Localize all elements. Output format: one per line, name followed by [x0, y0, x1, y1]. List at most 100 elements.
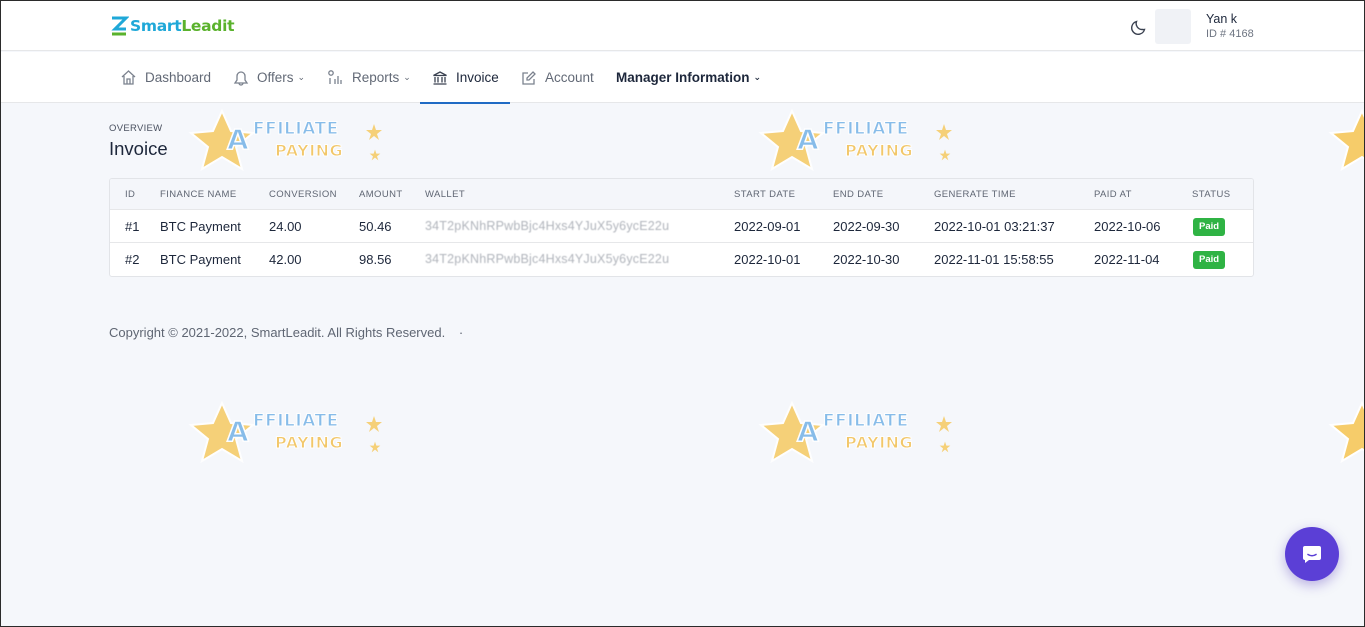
offers-icon	[233, 71, 249, 86]
column-header-generate-time[interactable]: GENERATE TIME	[934, 189, 1016, 200]
home-icon	[121, 70, 136, 85]
chat-launcher-button[interactable]	[1285, 527, 1339, 581]
user-name[interactable]: Yan k	[1206, 12, 1237, 26]
cell-end-date: 2022-09-30	[833, 219, 900, 234]
small-star-icon	[366, 416, 382, 432]
star-icon	[758, 401, 826, 463]
small-star-icon	[939, 149, 951, 161]
main-navigation: Dashboard Offers ⌄ Reports ⌄ Invoice Acc…	[1, 52, 1364, 104]
watermark-text-2: PAYING	[274, 433, 344, 453]
star-icon	[1328, 401, 1364, 464]
small-star-icon	[369, 441, 381, 453]
cell-conversion: 42.00	[269, 252, 302, 267]
chevron-down-icon: ⌄	[403, 72, 411, 82]
column-header-paid-at[interactable]: PAID AT	[1094, 189, 1132, 200]
footer-separator: ·	[458, 325, 464, 340]
watermark-text-a: A	[226, 414, 249, 449]
nav-label-offers: Offers	[257, 70, 294, 85]
nav-item-invoice[interactable]: Invoice	[420, 52, 510, 104]
chat-bubble-icon	[1303, 546, 1321, 563]
smartleadit-logo[interactable]: SmartLeadit	[109, 14, 235, 38]
watermark-logo	[1327, 401, 1364, 471]
chevron-down-icon: ⌄	[753, 72, 762, 82]
chevron-down-icon: ⌄	[297, 72, 306, 82]
nav-label-reports: Reports	[352, 70, 400, 85]
watermark-text-2: PAYING	[274, 141, 344, 161]
column-header-conversion[interactable]: CONVERSION	[269, 189, 337, 200]
small-star-icon	[369, 149, 381, 161]
nav-label-invoice: Invoice	[456, 70, 499, 85]
watermark-text-2: PAYING	[844, 433, 914, 453]
column-header-end-date[interactable]: END DATE	[833, 189, 884, 200]
table-row: #1 BTC Payment 24.00 50.46 34T2pKNhRPwbB…	[110, 210, 1253, 243]
star-icon	[188, 109, 256, 171]
nav-item-manager-information[interactable]: Manager Information ⌄	[616, 52, 761, 103]
table-row: #2 BTC Payment 42.00 98.56 34T2pKNhRPwbB…	[110, 243, 1253, 276]
page-title: Invoice	[109, 138, 168, 159]
column-header-finance-name[interactable]: FINANCE NAME	[160, 189, 237, 200]
watermark-logo: A FFILIATE PAYING	[187, 401, 387, 471]
footer-copyright: Copyright © 2021-2022, SmartLeadit. All …	[109, 325, 463, 340]
column-header-wallet[interactable]: WALLET	[425, 189, 465, 200]
cell-amount: 98.56	[359, 252, 392, 267]
watermark-logo: A FFILIATE PAYING	[757, 109, 957, 179]
watermark-text-1: FFILIATE	[253, 411, 339, 432]
nav-item-dashboard[interactable]: Dashboard	[120, 52, 211, 103]
nav-item-account[interactable]: Account	[521, 52, 594, 103]
avatar[interactable]	[1155, 9, 1191, 44]
column-header-status[interactable]: STATUS	[1192, 189, 1230, 200]
cell-id: #1	[125, 219, 140, 234]
nav-item-reports[interactable]: Reports ⌄	[327, 52, 411, 103]
nav-label-account: Account	[545, 70, 594, 85]
column-header-id[interactable]: ID	[125, 189, 135, 200]
nav-label-manager-information: Manager Information	[616, 70, 750, 85]
top-header: SmartLeadit Yan k ID # 4168	[1, 1, 1364, 51]
cell-end-date: 2022-10-30	[833, 252, 900, 267]
cell-start-date: 2022-10-01	[734, 252, 801, 267]
column-header-start-date[interactable]: START DATE	[734, 189, 795, 200]
small-star-icon	[939, 441, 951, 453]
status-badge: Paid	[1193, 251, 1226, 269]
small-star-icon	[936, 416, 952, 432]
nav-item-offers[interactable]: Offers ⌄	[233, 52, 305, 103]
cell-conversion: 24.00	[269, 219, 302, 234]
small-star-icon	[366, 124, 382, 140]
watermark-logo: A FFILIATE PAYING	[757, 401, 957, 471]
table-header: ID FINANCE NAME CONVERSION AMOUNT WALLET…	[110, 179, 1253, 210]
watermark-logo	[1327, 109, 1364, 179]
cell-paid-at: 2022-11-04	[1094, 252, 1160, 267]
logo-mark-icon	[111, 16, 129, 36]
cell-finance-name: BTC Payment	[160, 252, 241, 267]
page-pretitle: OVERVIEW	[109, 123, 163, 134]
cell-paid-at: 2022-10-06	[1094, 219, 1161, 234]
cell-generate-time: 2022-11-01 15:58:55	[934, 252, 1054, 267]
star-icon	[188, 401, 256, 463]
status-badge: Paid	[1193, 218, 1226, 236]
star-icon	[758, 109, 826, 171]
watermark-text-1: FFILIATE	[823, 411, 909, 432]
cell-wallet: 34T2pKNhRPwbBjc4Hxs4YJuX5y6ycE22u	[425, 252, 670, 266]
cell-amount: 50.46	[359, 219, 392, 234]
cell-finance-name: BTC Payment	[160, 219, 241, 234]
watermark-text-a: A	[226, 122, 249, 157]
cell-id: #2	[125, 252, 140, 267]
reports-icon	[328, 70, 342, 84]
cell-start-date: 2022-09-01	[734, 219, 801, 234]
edit-icon	[522, 70, 536, 85]
small-star-icon	[936, 124, 952, 140]
dark-mode-moon-icon[interactable]	[1130, 18, 1148, 36]
watermark-logo: A FFILIATE PAYING	[187, 109, 387, 179]
copyright-text: Copyright © 2021-2022, SmartLeadit. All …	[109, 325, 446, 340]
logo-text: SmartLeadit	[130, 17, 235, 35]
user-id: ID # 4168	[1206, 28, 1254, 40]
watermark-text-1: FFILIATE	[253, 119, 339, 140]
bank-icon	[433, 70, 447, 85]
cell-generate-time: 2022-10-01 03:21:37	[934, 219, 1055, 234]
watermark-text-a: A	[796, 122, 819, 157]
watermark-text-2: PAYING	[844, 141, 914, 161]
cell-wallet: 34T2pKNhRPwbBjc4Hxs4YJuX5y6ycE22u	[425, 219, 670, 233]
column-header-amount[interactable]: AMOUNT	[359, 189, 403, 200]
watermark-text-1: FFILIATE	[823, 119, 909, 140]
nav-label-dashboard: Dashboard	[145, 70, 212, 85]
invoice-table: ID FINANCE NAME CONVERSION AMOUNT WALLET…	[109, 178, 1254, 277]
